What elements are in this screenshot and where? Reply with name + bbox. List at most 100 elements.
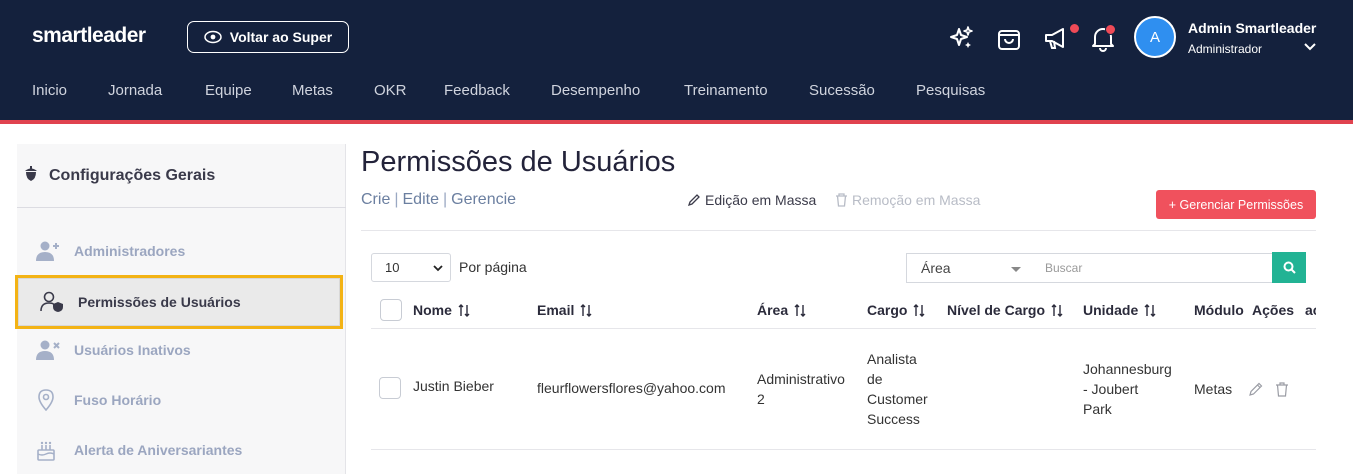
- sidebar-item-usuarios-inativos[interactable]: Usuários Inativos: [17, 327, 346, 373]
- sidebar-item-administradores[interactable]: Administradores: [17, 228, 346, 274]
- column-label: Nível de Cargo: [947, 302, 1046, 318]
- column-label: Email: [537, 302, 575, 318]
- megaphone-notification-dot: [1069, 23, 1080, 34]
- cell-area-line: Administrativo: [757, 371, 845, 387]
- cell-nome: Justin Bieber: [413, 378, 494, 394]
- delete-row-icon[interactable]: [1274, 381, 1290, 397]
- nav-feedback[interactable]: Feedback: [444, 82, 510, 99]
- sidebar-item-label: Alerta de Aniversariantes: [74, 442, 243, 458]
- per-page-label: Por página: [459, 259, 527, 275]
- shopping-bag-icon[interactable]: [995, 24, 1023, 52]
- cell-area: Administrativo 2: [757, 369, 845, 409]
- column-header-area[interactable]: Área: [757, 302, 806, 318]
- per-page-select[interactable]: 10: [371, 253, 451, 282]
- cell-unidade-line: Johannesburg: [1083, 361, 1172, 377]
- column-header-nome[interactable]: Nome: [413, 302, 470, 318]
- app-logo[interactable]: smartleader: [32, 24, 146, 48]
- sparkle-icon[interactable]: [948, 24, 976, 52]
- crumb-crie[interactable]: Crie: [361, 191, 390, 208]
- back-to-super-label: Voltar ao Super: [229, 29, 333, 45]
- caret-down-icon: [1011, 267, 1021, 272]
- table-header-divider: [371, 328, 1316, 329]
- sidebar-item-alerta-aniversariantes[interactable]: Alerta de Aniversariantes: [17, 427, 346, 473]
- cell-area-line: 2: [757, 391, 765, 407]
- sort-icon: [794, 303, 806, 317]
- cell-cargo-line: de: [867, 371, 883, 387]
- edit-row-icon[interactable]: [1248, 381, 1264, 397]
- page-title: Permissões de Usuários: [361, 146, 676, 178]
- column-label: Área: [757, 302, 789, 318]
- column-label: Unidade: [1083, 302, 1139, 318]
- per-page-value: 10: [385, 260, 400, 275]
- column-header-cargo[interactable]: Cargo: [867, 302, 925, 318]
- avatar[interactable]: A: [1134, 16, 1176, 58]
- sort-icon: [580, 303, 592, 317]
- chevron-down-icon[interactable]: [1303, 40, 1317, 54]
- area-filter-select[interactable]: Área: [906, 253, 1036, 283]
- sidebar-item-label: Administradores: [74, 243, 186, 259]
- column-header-nivel-cargo[interactable]: Nível de Cargo: [947, 302, 1063, 318]
- column-label: ac: [1305, 302, 1316, 318]
- mass-edit-button[interactable]: Edição em Massa: [687, 192, 816, 208]
- sidebar-item-label: Fuso Horário: [74, 392, 162, 408]
- nav-metas[interactable]: Metas: [292, 82, 333, 99]
- table-bottom-divider: [371, 449, 1316, 450]
- mass-edit-label: Edição em Massa: [705, 192, 817, 208]
- cell-cargo-line: Success: [867, 411, 920, 427]
- column-label: Ações: [1252, 302, 1295, 318]
- megaphone-icon[interactable]: [1043, 24, 1071, 52]
- column-label: Nome: [413, 302, 452, 318]
- user-role: Administrador: [1188, 42, 1263, 56]
- cell-email: fleurflowersflores@yahoo.com: [537, 380, 726, 396]
- sidebar-item-fuso-horario[interactable]: Fuso Horário: [17, 377, 346, 423]
- crumb-edite[interactable]: Edite: [403, 191, 439, 208]
- user-plus-icon: [36, 241, 59, 261]
- map-pin-icon: [38, 389, 54, 411]
- nav-pesquisas[interactable]: Pesquisas: [916, 82, 985, 99]
- column-label: Cargo: [867, 302, 908, 318]
- mass-remove-button[interactable]: Remoção em Massa: [835, 192, 980, 208]
- user-name[interactable]: Admin Smartleader: [1188, 20, 1316, 36]
- nav-treinamento[interactable]: Treinamento: [684, 82, 768, 99]
- column-header-modulo[interactable]: Módulo: [1194, 302, 1244, 318]
- header-accent-line: [0, 120, 1353, 124]
- cell-cargo: Analista de Customer Success: [867, 349, 928, 429]
- cell-cargo-line: Customer: [867, 391, 928, 407]
- column-header-email[interactable]: Email: [537, 302, 592, 318]
- nav-desempenho[interactable]: Desempenho: [551, 82, 640, 99]
- sidebar-item-label: Permissões de Usuários: [78, 294, 241, 310]
- column-header-unidade[interactable]: Unidade: [1083, 302, 1156, 318]
- cell-unidade-line: Park: [1083, 401, 1112, 417]
- manage-permissions-button[interactable]: + Gerenciar Permissões: [1156, 190, 1316, 219]
- sort-icon: [458, 303, 470, 317]
- back-to-super-button[interactable]: Voltar ao Super: [187, 21, 349, 53]
- crumb-gerencie[interactable]: Gerencie: [451, 191, 516, 208]
- sidebar-item-label: Usuários Inativos: [74, 342, 191, 358]
- column-header-ac: ac: [1305, 302, 1316, 318]
- nav-equipe[interactable]: Equipe: [205, 82, 252, 99]
- breadcrumb: Crie | Edite | Gerencie: [361, 191, 517, 208]
- cell-cargo-line: Analista: [867, 351, 917, 367]
- nav-inicio[interactable]: Inicio: [32, 82, 67, 99]
- sidebar-title: Configurações Gerais: [49, 167, 216, 184]
- cell-modulo: Metas: [1194, 381, 1233, 397]
- nav-okr[interactable]: OKR: [374, 82, 407, 99]
- row-checkbox[interactable]: [379, 377, 401, 399]
- search-button[interactable]: [1272, 252, 1306, 283]
- acorn-icon: [25, 166, 37, 181]
- column-label: Módulo: [1194, 302, 1244, 318]
- eye-icon: [204, 30, 222, 44]
- search-icon: [1283, 261, 1296, 274]
- cake-icon: [37, 441, 55, 461]
- area-filter-value: Área: [921, 260, 951, 276]
- cell-unidade: Johannesburg - Joubert Park: [1083, 359, 1172, 419]
- search-input[interactable]: [1035, 253, 1273, 283]
- select-all-checkbox[interactable]: [380, 299, 402, 321]
- sidebar-item-permissoes[interactable]: Permissões de Usuários: [15, 275, 343, 329]
- sort-icon: [913, 303, 925, 317]
- cell-unidade-line: - Joubert: [1083, 381, 1139, 397]
- sort-icon: [1051, 303, 1063, 317]
- pencil-icon: [687, 194, 700, 207]
- nav-sucessao[interactable]: Sucessão: [809, 82, 875, 99]
- nav-jornada[interactable]: Jornada: [108, 82, 162, 99]
